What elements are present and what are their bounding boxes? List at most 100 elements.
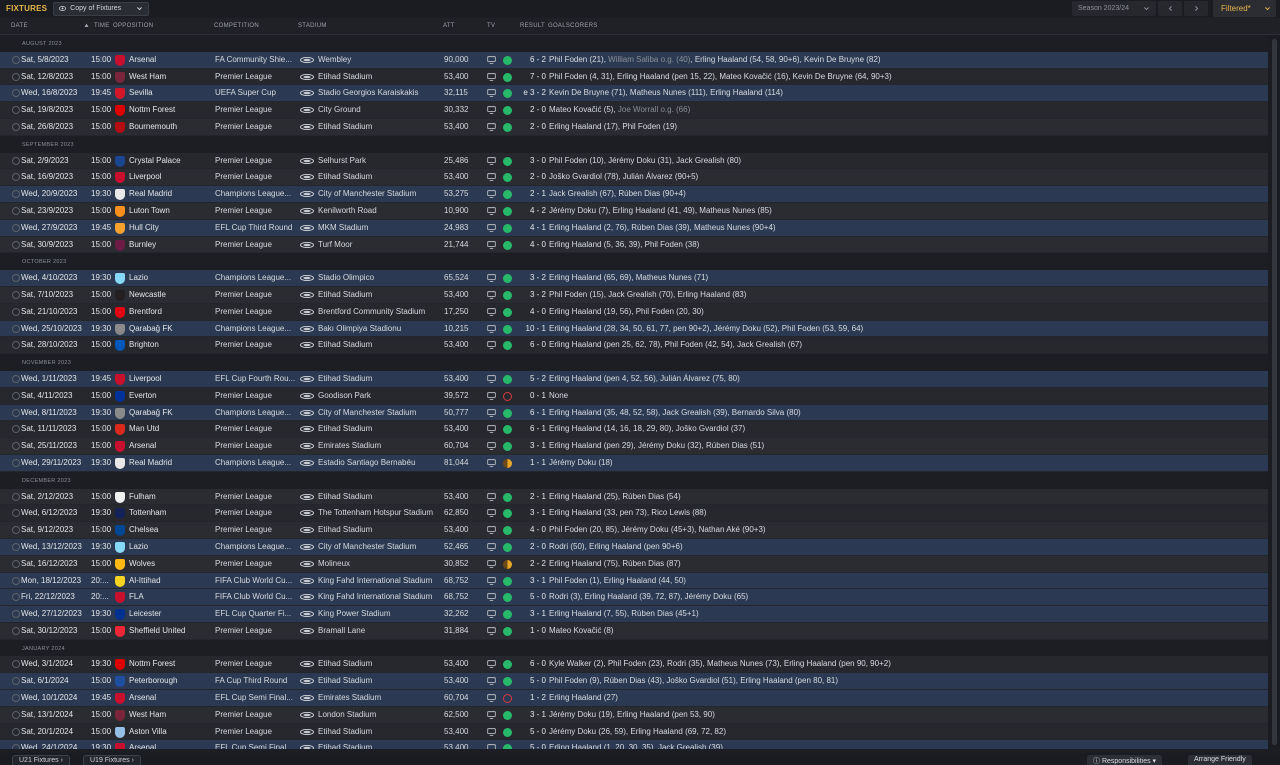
fixture-opposition[interactable]: Real Madrid: [129, 455, 213, 471]
fixture-result[interactable]: 2 - 1: [516, 186, 546, 202]
fixture-result[interactable]: e 3 - 2: [516, 85, 546, 101]
fixture-result[interactable]: 4 - 1: [516, 220, 546, 236]
fixture-result[interactable]: 6 - 1: [516, 405, 546, 421]
fixture-date[interactable]: Sat, 16/9/2023: [21, 169, 89, 185]
fixture-stadium[interactable]: Estadio Santiago Bernabéu: [318, 455, 442, 471]
fixture-date[interactable]: Sat, 16/12/2023: [21, 556, 89, 572]
select-radio[interactable]: [12, 576, 20, 585]
col-date[interactable]: DATE: [11, 23, 28, 29]
fixture-competition[interactable]: Premier League: [215, 337, 297, 353]
fixture-opposition[interactable]: Bournemouth: [129, 119, 213, 135]
fixture-competition[interactable]: Premier League: [215, 287, 297, 303]
fixture-stadium[interactable]: Etihad Stadium: [318, 522, 442, 538]
fixture-date[interactable]: Sat, 30/9/2023: [21, 237, 89, 253]
fixture-date[interactable]: Sat, 13/1/2024: [21, 707, 89, 723]
col-result[interactable]: RESULT: [520, 23, 545, 29]
select-radio[interactable]: [12, 374, 20, 383]
fixture-competition[interactable]: Premier League: [215, 522, 297, 538]
fixture-row[interactable]: Wed, 16/8/2023 19:45 Sevilla UEFA Super Cup…: [0, 85, 1268, 103]
fixture-competition[interactable]: FIFA Club World Cu...: [215, 589, 297, 605]
select-radio[interactable]: [12, 274, 20, 283]
fixture-stadium[interactable]: Etihad Stadium: [318, 421, 442, 437]
fixture-row[interactable]: Sat, 23/9/2023 15:00 Luton Town Premier Lea…: [0, 202, 1268, 220]
fixture-row[interactable]: Sat, 25/11/2023 15:00 Arsenal Premier Leagu…: [0, 438, 1268, 455]
fixture-opposition[interactable]: Liverpool: [129, 169, 213, 185]
fixture-row[interactable]: Sat, 2/9/2023 15:00 Crystal Palace Premier …: [0, 152, 1268, 170]
fixture-competition[interactable]: Champions League...: [215, 186, 297, 202]
select-radio[interactable]: [12, 190, 20, 199]
fixture-competition[interactable]: UEFA Super Cup: [215, 85, 297, 101]
fixture-stadium[interactable]: Etihad Stadium: [318, 371, 442, 387]
fixture-stadium[interactable]: Etihad Stadium: [318, 656, 442, 672]
select-radio[interactable]: [12, 509, 20, 518]
scrollbar[interactable]: [1268, 35, 1280, 749]
fixture-opposition[interactable]: Brentford: [129, 304, 213, 320]
scrollbar-thumb[interactable]: [1272, 39, 1277, 745]
fixture-competition[interactable]: Premier League: [215, 169, 297, 185]
fixture-opposition[interactable]: Real Madrid: [129, 186, 213, 202]
view-dropdown[interactable]: Copy of Fixtures: [53, 1, 150, 16]
fixture-row[interactable]: Sat, 28/10/2023 15:00 Brighton Premier Leag…: [0, 337, 1268, 355]
fixture-result[interactable]: 4 - 2: [516, 203, 546, 219]
fixture-date[interactable]: Wed, 13/12/2023: [21, 539, 89, 555]
responsibilities-button[interactable]: ⓘ Responsibilities ▾: [1087, 755, 1163, 765]
fixture-date[interactable]: Sat, 2/12/2023: [21, 489, 89, 505]
fixture-result[interactable]: 5 - 0: [516, 740, 546, 749]
fixture-stadium[interactable]: City of Manchester Stadium: [318, 186, 442, 202]
col-stadium[interactable]: STADIUM: [298, 23, 327, 29]
fixture-row[interactable]: Wed, 3/1/2024 19:30 Nottm Forest Premier Le…: [0, 656, 1268, 674]
fixture-competition[interactable]: Premier League: [215, 556, 297, 572]
fixture-competition[interactable]: Premier League: [215, 119, 297, 135]
fixture-row[interactable]: Wed, 10/1/2024 19:45 Arsenal EFL Cup Semi F…: [0, 690, 1268, 707]
fixture-opposition[interactable]: Burnley: [129, 237, 213, 253]
fixture-row[interactable]: Sat, 9/12/2023 15:00 Chelsea Premier League…: [0, 522, 1268, 539]
fixture-opposition[interactable]: Arsenal: [129, 438, 213, 454]
fixture-opposition[interactable]: Brighton: [129, 337, 213, 353]
select-radio[interactable]: [12, 542, 20, 551]
fixture-opposition[interactable]: West Ham: [129, 69, 213, 85]
fixture-opposition[interactable]: Aston Villa: [129, 724, 213, 740]
fixture-row[interactable]: Sat, 11/11/2023 15:00 Man Utd Premier Leagu…: [0, 421, 1268, 439]
fixture-opposition[interactable]: Tottenham: [129, 505, 213, 521]
fixture-date[interactable]: Sat, 30/12/2023: [21, 623, 89, 639]
fixture-result[interactable]: 5 - 0: [516, 673, 546, 689]
fixture-stadium[interactable]: Etihad Stadium: [318, 740, 442, 749]
select-radio[interactable]: [12, 526, 20, 535]
fixture-result[interactable]: 3 - 2: [516, 270, 546, 286]
select-radio[interactable]: [12, 559, 20, 568]
fixture-date[interactable]: Wed, 3/1/2024: [21, 656, 89, 672]
fixture-date[interactable]: Wed, 29/11/2023: [21, 455, 89, 471]
fixture-row[interactable]: Wed, 4/10/2023 19:30 Lazio Champions League…: [0, 270, 1268, 287]
fixture-stadium[interactable]: Goodison Park: [318, 388, 442, 404]
fixture-stadium[interactable]: Selhurst Park: [318, 153, 442, 169]
fixture-row[interactable]: Wed, 25/10/2023 19:30 Qarabağ FK Champions …: [0, 320, 1268, 338]
select-radio[interactable]: [12, 72, 20, 81]
fixture-result[interactable]: 1 - 1: [516, 455, 546, 471]
fixture-date[interactable]: Wed, 1/11/2023: [21, 371, 89, 387]
fixture-result[interactable]: 4 - 0: [516, 522, 546, 538]
fixture-date[interactable]: Sat, 21/10/2023: [21, 304, 89, 320]
fixture-stadium[interactable]: King Fahd International Stadium: [318, 573, 442, 589]
fixture-stadium[interactable]: Etihad Stadium: [318, 119, 442, 135]
fixture-competition[interactable]: EFL Cup Quarter Fi...: [215, 606, 297, 622]
fixture-result[interactable]: 4 - 0: [516, 304, 546, 320]
select-radio[interactable]: [12, 341, 20, 350]
fixture-stadium[interactable]: Etihad Stadium: [318, 169, 442, 185]
fixture-result[interactable]: 6 - 2: [516, 52, 546, 68]
fixture-row[interactable]: Sat, 19/8/2023 15:00 Nottm Forest Premier L…: [0, 102, 1268, 119]
fixture-date[interactable]: Wed, 10/1/2024: [21, 690, 89, 706]
fixture-date[interactable]: Wed, 27/12/2023: [21, 606, 89, 622]
fixture-stadium[interactable]: MKM Stadium: [318, 220, 442, 236]
select-radio[interactable]: [12, 593, 20, 602]
select-radio[interactable]: [12, 744, 20, 749]
fixture-competition[interactable]: EFL Cup Semi Final...: [215, 740, 297, 749]
arrange-friendly-button[interactable]: Arrange Friendly: [1188, 755, 1252, 765]
fixture-competition[interactable]: Premier League: [215, 304, 297, 320]
fixture-opposition[interactable]: Luton Town: [129, 203, 213, 219]
fixture-date[interactable]: Wed, 24/1/2024: [21, 740, 89, 749]
fixture-result[interactable]: 5 - 0: [516, 589, 546, 605]
season-select[interactable]: Season 2023/24: [1072, 1, 1156, 16]
fixture-competition[interactable]: Premier League: [215, 102, 297, 118]
fixture-competition[interactable]: Premier League: [215, 707, 297, 723]
fixture-stadium[interactable]: Bakı Olimpiya Stadionu: [318, 321, 442, 337]
